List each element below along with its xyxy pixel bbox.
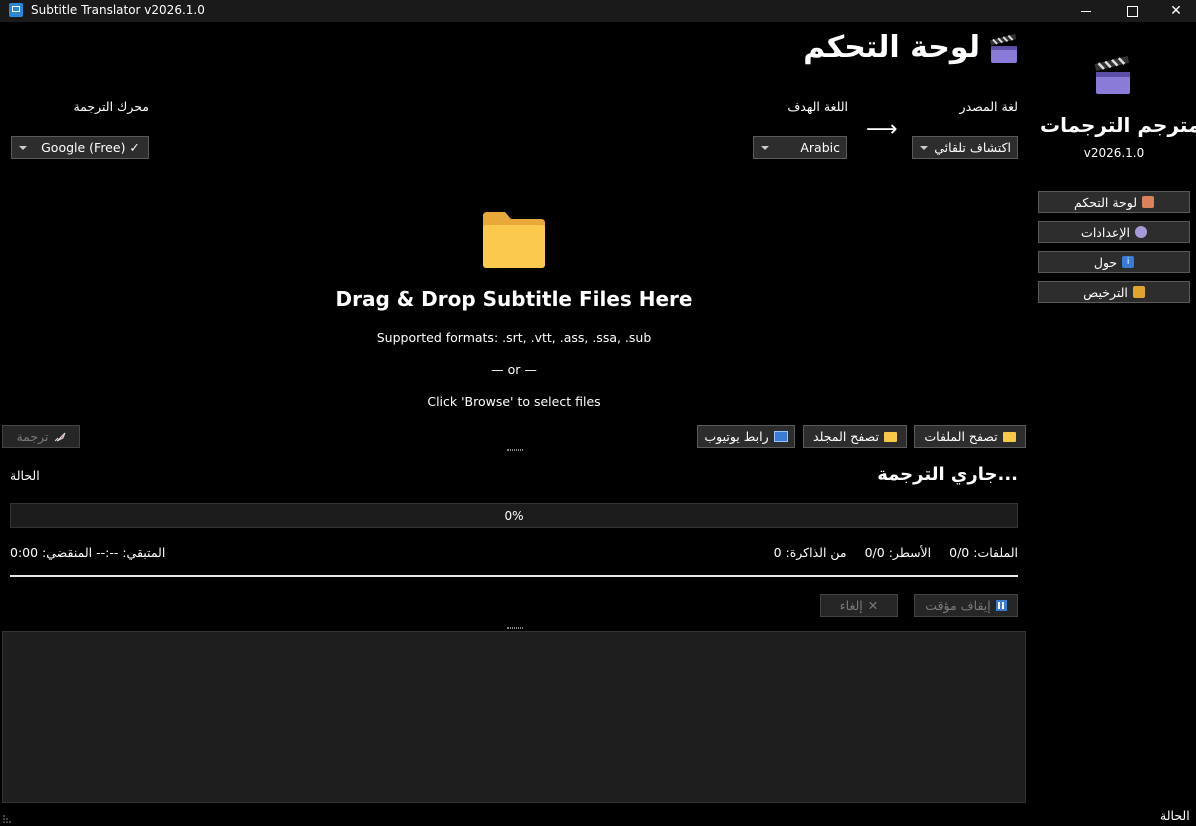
chevron-down-icon bbox=[761, 145, 769, 150]
browse-files-label: تصفح الملفات bbox=[924, 429, 998, 444]
log-area[interactable] bbox=[2, 631, 1026, 803]
pause-button[interactable]: إيقاف مؤقت bbox=[914, 594, 1018, 617]
nav-about-label: حول bbox=[1093, 254, 1118, 270]
folder-icon[interactable] bbox=[481, 210, 547, 270]
source-language-value: اكتشاف تلقائي bbox=[934, 140, 1011, 155]
browse-folder-label: تصفح المجلد bbox=[813, 429, 879, 444]
translate-label: ترجمة bbox=[16, 429, 49, 444]
app-icon bbox=[9, 3, 23, 17]
app-version: v2026.1.0 bbox=[1083, 146, 1145, 160]
maximize-icon bbox=[1126, 5, 1138, 17]
chevron-down-icon bbox=[920, 145, 928, 150]
chevron-down-icon bbox=[19, 145, 27, 150]
window-title: Subtitle Translator v2026.1.0 bbox=[31, 3, 205, 17]
divider bbox=[10, 575, 1018, 577]
translation-engine-select[interactable]: Google (Free) ✓ bbox=[11, 136, 149, 159]
elapsed-time: المنقضي: 0:00 bbox=[10, 545, 93, 560]
house-icon bbox=[1142, 196, 1155, 208]
progress-text: 0% bbox=[504, 508, 524, 523]
nav-license-label: الترخيص bbox=[1083, 284, 1128, 300]
files-count: الملفات: 0/0 bbox=[949, 545, 1018, 560]
arrow-icon: ⟶ bbox=[866, 117, 898, 142]
translation-engine-label: محرك الترجمة bbox=[73, 99, 149, 114]
browse-folder-button[interactable]: تصفح المجلد bbox=[803, 425, 907, 448]
youtube-link-label: رابط يوتيوب bbox=[704, 429, 769, 444]
target-language-label: اللغة الهدف bbox=[787, 99, 848, 114]
nav-settings-label: الإعدادات bbox=[1081, 224, 1130, 240]
stats-counts: الملفات: 0/0 الأسطر: 0/0 من الذاكرة: 0 bbox=[600, 545, 1018, 560]
rocket-icon bbox=[54, 432, 65, 441]
progress-bar: 0% bbox=[10, 503, 1018, 528]
maximize-button[interactable] bbox=[1112, 0, 1152, 22]
tv-icon bbox=[773, 431, 788, 442]
nav-license-button[interactable]: الترخيص bbox=[1038, 281, 1190, 303]
clapperboard-icon bbox=[1094, 56, 1130, 94]
remaining-time: المتبقي: --:-- bbox=[96, 545, 166, 560]
close-icon: ✕ bbox=[867, 598, 879, 613]
resize-grip-icon[interactable] bbox=[2, 814, 12, 824]
source-language-label: لغة المصدر bbox=[959, 99, 1018, 114]
minimize-button[interactable] bbox=[1066, 0, 1106, 22]
status-heading: جاري الترجمة... bbox=[877, 464, 1018, 485]
browse-files-button[interactable]: تصفح الملفات bbox=[914, 425, 1026, 448]
lines-count: الأسطر: 0/0 bbox=[864, 545, 932, 560]
clapperboard-icon bbox=[989, 34, 1017, 63]
folder-icon bbox=[883, 431, 897, 442]
splitter-handle[interactable] bbox=[507, 449, 523, 451]
nav-dashboard-label: لوحة التحكم bbox=[1074, 194, 1138, 210]
close-button[interactable]: ✕ bbox=[1156, 0, 1196, 22]
dropzone-hint: Click 'Browse' to select files bbox=[427, 394, 601, 409]
dropzone-or: — or — bbox=[491, 362, 537, 377]
source-language-select[interactable]: اكتشاف تلقائي bbox=[912, 136, 1018, 159]
youtube-link-button[interactable]: رابط يوتيوب bbox=[697, 425, 795, 448]
nav-about-button[interactable]: i حول bbox=[1038, 251, 1190, 273]
stats-time: المتبقي: --:-- المنقضي: 0:00 bbox=[10, 545, 210, 560]
translate-button[interactable]: ترجمة bbox=[2, 425, 80, 448]
target-language-value: Arabic bbox=[800, 140, 840, 155]
lock-icon bbox=[1132, 286, 1145, 298]
nav-dashboard-button[interactable]: لوحة التحكم bbox=[1038, 191, 1190, 213]
cancel-button[interactable]: ✕ إلغاء bbox=[820, 594, 898, 617]
dropzone-title: Drag & Drop Subtitle Files Here bbox=[335, 287, 693, 311]
close-icon: ✕ bbox=[1170, 3, 1182, 19]
info-icon: i bbox=[1122, 256, 1135, 268]
minimize-icon bbox=[1081, 10, 1091, 12]
cancel-label: إلغاء bbox=[839, 598, 863, 613]
pause-label: إيقاف مؤقت bbox=[925, 598, 991, 613]
status-label: الحالة bbox=[10, 468, 40, 483]
footer-status: الحالة bbox=[1160, 808, 1190, 823]
splitter-handle[interactable] bbox=[507, 627, 523, 629]
dropzone-formats: Supported formats: .srt, .vtt, .ass, .ss… bbox=[376, 330, 652, 345]
pause-icon bbox=[995, 600, 1007, 611]
nav-settings-button[interactable]: الإعدادات bbox=[1038, 221, 1190, 243]
target-language-select[interactable]: Arabic bbox=[753, 136, 847, 159]
app-name: مترجم الترجمات bbox=[1040, 113, 1196, 137]
translation-engine-value: Google (Free) ✓ bbox=[41, 140, 140, 155]
page-title: لوحة التحكم bbox=[803, 30, 980, 65]
gear-icon bbox=[1134, 226, 1147, 238]
memory-count: من الذاكرة: 0 bbox=[773, 545, 847, 560]
folder-icon bbox=[1002, 431, 1016, 442]
